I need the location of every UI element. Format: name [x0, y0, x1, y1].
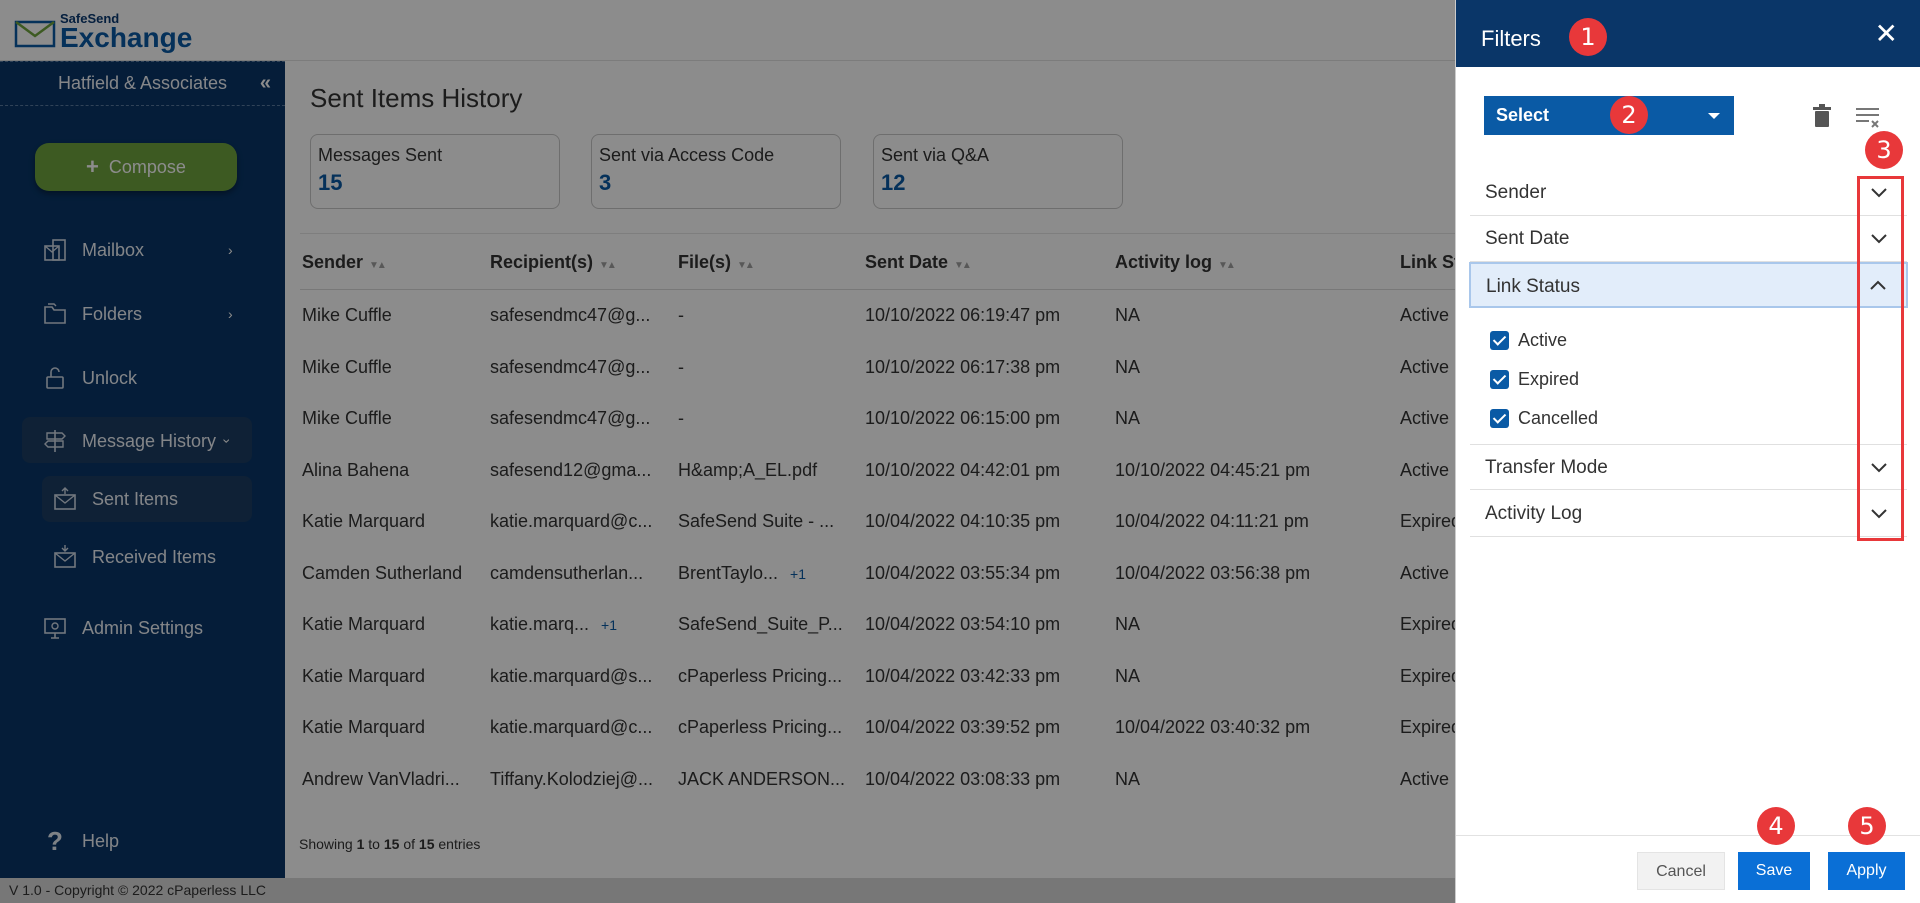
link-status-option-active[interactable]: Active [1490, 325, 1567, 355]
link-status-option-cancelled[interactable]: Cancelled [1490, 403, 1598, 433]
annotation-badge: 3 [1865, 131, 1903, 169]
filters-panel: Filters ✕ Select Sender Sent Date Link S… [1455, 0, 1920, 903]
annotation-highlight-box [1857, 176, 1904, 541]
annotation-badge: 5 [1848, 807, 1886, 845]
filters-title: Filters [1481, 26, 1541, 51]
caret-down-icon [1708, 113, 1720, 119]
filters-header: Filters ✕ [1456, 0, 1920, 67]
filter-section-label: Transfer Mode [1485, 457, 1608, 478]
filter-section-label: Sent Date [1485, 228, 1570, 249]
filter-section-transfer-mode[interactable]: Transfer Mode [1470, 444, 1907, 490]
filter-section-link-status[interactable]: Link Status [1469, 262, 1908, 308]
save-button[interactable]: Save [1738, 852, 1810, 890]
annotation-badge: 4 [1757, 807, 1795, 845]
close-icon[interactable]: ✕ [1875, 20, 1898, 48]
option-label: Cancelled [1518, 407, 1599, 428]
apply-button[interactable]: Apply [1828, 852, 1905, 890]
checkbox-checked[interactable] [1490, 408, 1509, 428]
filter-section-label: Link Status [1486, 276, 1580, 297]
trash-icon[interactable] [1812, 104, 1832, 128]
link-status-option-expired[interactable]: Expired [1490, 364, 1579, 394]
select-label: Select [1496, 105, 1550, 125]
filters-footer: Cancel Save Apply [1456, 835, 1920, 903]
checkbox-checked[interactable] [1490, 330, 1509, 350]
annotation-badge: 1 [1569, 18, 1607, 56]
filter-section-label: Sender [1485, 182, 1547, 203]
checkbox-checked[interactable] [1490, 369, 1509, 389]
annotation-badge: 2 [1610, 96, 1648, 134]
filter-section-activity-log[interactable]: Activity Log [1470, 491, 1907, 537]
option-label: Active [1518, 329, 1568, 350]
option-label: Expired [1518, 368, 1580, 389]
filter-section-sender[interactable]: Sender [1470, 170, 1907, 216]
clear-filters-icon[interactable] [1855, 106, 1881, 128]
filter-section-label: Activity Log [1485, 503, 1583, 524]
filter-section-sent-date[interactable]: Sent Date [1470, 216, 1907, 262]
saved-filter-select[interactable]: Select [1484, 96, 1734, 135]
modal-backdrop[interactable] [0, 0, 1455, 903]
cancel-button[interactable]: Cancel [1637, 852, 1725, 890]
